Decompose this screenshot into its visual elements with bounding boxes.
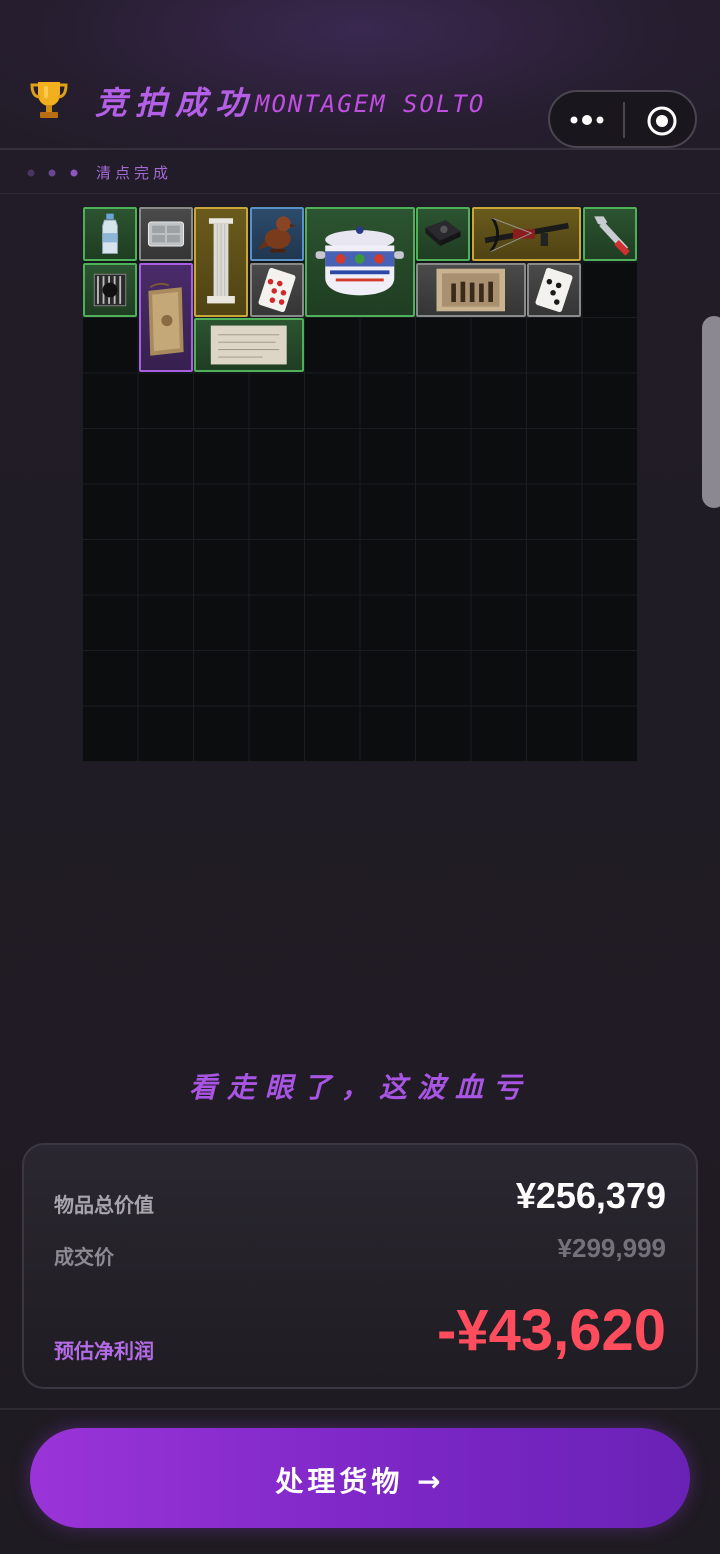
deal-price-label: 成交价 [54,1245,114,1269]
net-profit-label: 预估净利润 [54,1339,154,1363]
item-wooden-bird-figurine[interactable] [249,207,304,261]
net-profit-value: -¥43,620 [437,1298,666,1363]
item-water-bottle[interactable] [83,207,137,261]
process-goods-button[interactable]: 处理货物 → [30,1428,690,1528]
hard-drive-icon [425,220,461,247]
page-title: 竞拍成功 [95,84,256,122]
card-hearts-icon [258,267,295,312]
old-photo-icon [436,268,506,311]
more-dots-icon[interactable] [568,106,606,134]
target-close-icon[interactable] [646,105,678,137]
ceramic-pot-icon [315,226,404,296]
status-text: 清点完成 [96,164,173,182]
old-letter-icon [210,325,287,365]
old-book-icon [147,282,184,356]
mini-program-capsule [548,90,697,148]
item-playing-card-hearts[interactable] [249,262,304,317]
item-playing-card-clubs[interactable] [527,262,581,317]
item-crossbow[interactable] [471,207,581,261]
progress-dots-icon [27,169,78,177]
item-marble-column[interactable] [194,207,248,317]
page-subtitle: MONTAGEM SOLTO [255,90,486,118]
trophy-icon [30,82,68,118]
total-value: ¥256,379 [515,1175,666,1216]
process-goods-label: 处理货物 → [275,1465,445,1498]
card-clubs-icon [535,267,573,312]
deal-price-value: ¥299,999 [557,1233,666,1263]
bird-figurine-icon [257,216,296,253]
summary-card: 物品总价值 ¥256,379 成交价 ¥299,999 预估净利润 -¥43,6… [22,1143,698,1389]
tray-icon [147,221,184,247]
inventory-grid [82,206,638,762]
item-old-book[interactable] [138,262,193,372]
bottom-divider [0,1408,720,1410]
item-wrench[interactable] [582,207,637,261]
side-scroll-handle[interactable] [702,316,720,508]
water-bottle-icon [102,213,118,254]
cpu-cooler-icon [93,273,127,306]
item-ceramic-pot[interactable] [305,207,415,317]
item-old-photograph[interactable] [416,262,526,317]
item-plastic-tray[interactable] [138,207,193,261]
item-hard-drive[interactable] [416,207,470,261]
wrench-icon [593,216,630,256]
verdict-text: 看走眼了，这波血亏 [188,1071,531,1104]
capsule-divider [623,102,625,138]
item-old-letter[interactable] [194,318,304,372]
item-cpu-cooler[interactable] [83,262,137,317]
column-icon [207,218,235,304]
total-value-label: 物品总价值 [54,1193,154,1217]
crossbow-icon [484,217,569,253]
